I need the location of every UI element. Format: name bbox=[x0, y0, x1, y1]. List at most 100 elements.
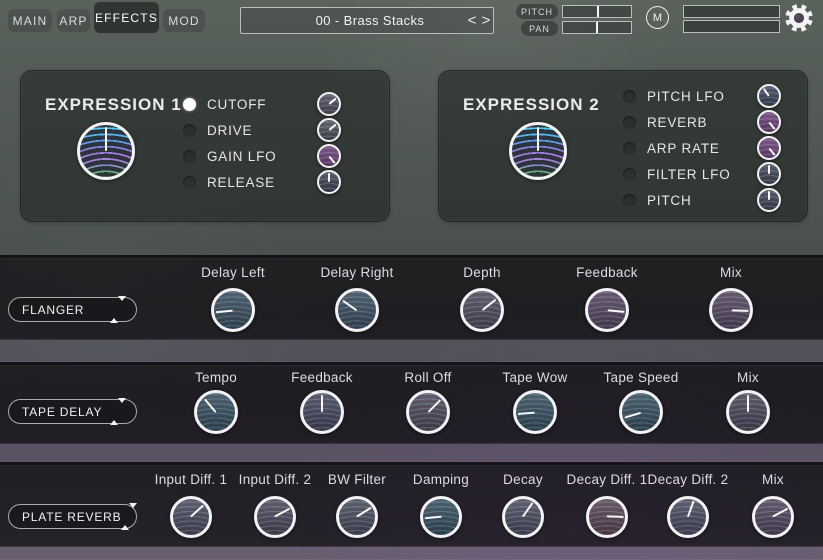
knob-pointer bbox=[607, 516, 624, 519]
target-radio[interactable] bbox=[623, 168, 636, 181]
target-amount-knob[interactable] bbox=[317, 170, 341, 194]
param-knob[interactable] bbox=[211, 288, 255, 332]
target-amount-knob[interactable] bbox=[757, 110, 781, 134]
param-label: Decay bbox=[503, 471, 543, 488]
expression-main-knob[interactable] bbox=[77, 122, 135, 180]
target-amount-knob[interactable] bbox=[757, 136, 781, 160]
tab-effects[interactable]: EFFECTS bbox=[94, 2, 159, 33]
knob-pointer bbox=[481, 298, 496, 311]
effect-row-flanger: FLANGERDelay LeftDelay RightDepthFeedbac… bbox=[0, 255, 823, 339]
effect-type-select[interactable]: PLATE REVERB bbox=[8, 504, 137, 529]
knob-pointer bbox=[105, 127, 107, 151]
effect-type-select[interactable]: FLANGER bbox=[8, 297, 137, 322]
param-label: Mix bbox=[720, 264, 742, 281]
param-roll-off: Roll Off bbox=[373, 369, 483, 434]
preset-selector[interactable]: 00 - Brass Stacks < > bbox=[240, 7, 494, 34]
target-radio[interactable] bbox=[623, 142, 636, 155]
param-knob[interactable] bbox=[254, 496, 296, 538]
param-knob[interactable] bbox=[460, 288, 504, 332]
knob-pointer bbox=[517, 411, 535, 415]
knob-pointer bbox=[607, 309, 625, 313]
param-knob[interactable] bbox=[170, 496, 212, 538]
param-knob[interactable] bbox=[335, 288, 379, 332]
target-amount-knob[interactable] bbox=[317, 144, 341, 168]
gear-icon bbox=[784, 3, 814, 33]
knob-pointer bbox=[328, 173, 330, 182]
target-radio[interactable] bbox=[623, 194, 636, 207]
param-knob[interactable] bbox=[752, 496, 794, 538]
param-mix: Mix bbox=[718, 471, 823, 538]
knob-pointer bbox=[522, 503, 533, 518]
effect-type-label: TAPE DELAY bbox=[22, 405, 110, 419]
target-radio[interactable] bbox=[183, 124, 196, 137]
knob-pointer bbox=[328, 97, 336, 104]
expression-target-list: CUTOFFDRIVEGAIN LFORELEASE bbox=[183, 91, 341, 195]
expression-title: EXPRESSION 2 bbox=[463, 95, 600, 115]
param-knob[interactable] bbox=[513, 390, 557, 434]
param-knob[interactable] bbox=[667, 496, 709, 538]
param-mix: Mix bbox=[676, 264, 786, 332]
mono-button[interactable]: M bbox=[646, 6, 669, 29]
param-knob[interactable] bbox=[585, 288, 629, 332]
param-knob[interactable] bbox=[300, 390, 344, 434]
row-divider-band bbox=[0, 339, 823, 362]
row-divider-band bbox=[0, 443, 823, 462]
knob-pointer bbox=[328, 123, 336, 130]
settings-button[interactable] bbox=[784, 3, 814, 33]
knob-pointer bbox=[328, 155, 335, 163]
target-amount-knob[interactable] bbox=[757, 188, 781, 212]
preset-prev-button[interactable]: < bbox=[465, 8, 479, 33]
param-knob[interactable] bbox=[619, 390, 663, 434]
expression-title: EXPRESSION 1 bbox=[45, 95, 182, 115]
preset-name: 00 - Brass Stacks bbox=[241, 13, 465, 28]
effect-type-select[interactable]: TAPE DELAY bbox=[8, 399, 137, 424]
pitch-slider-handle[interactable] bbox=[597, 6, 599, 17]
knob-pointer bbox=[772, 508, 788, 518]
target-radio[interactable] bbox=[623, 116, 636, 129]
param-knob[interactable] bbox=[420, 496, 462, 538]
target-amount-knob[interactable] bbox=[317, 92, 341, 116]
pan-slider[interactable] bbox=[562, 21, 632, 34]
target-label: PITCH LFO bbox=[647, 89, 757, 104]
knob-pointer bbox=[342, 299, 358, 311]
param-label: Depth bbox=[463, 264, 501, 281]
param-knob[interactable] bbox=[726, 390, 770, 434]
param-knob[interactable] bbox=[336, 496, 378, 538]
param-knob[interactable] bbox=[502, 496, 544, 538]
param-label: Tape Wow bbox=[502, 369, 567, 386]
effect-type-label: FLANGER bbox=[22, 303, 110, 317]
param-feedback: Feedback bbox=[552, 264, 662, 332]
param-tape-wow: Tape Wow bbox=[480, 369, 590, 434]
target-amount-knob[interactable] bbox=[757, 162, 781, 186]
param-knob[interactable] bbox=[406, 390, 450, 434]
pan-slider-handle[interactable] bbox=[596, 22, 598, 33]
param-knob[interactable] bbox=[194, 390, 238, 434]
knob-pointer bbox=[274, 508, 290, 518]
preset-next-button[interactable]: > bbox=[479, 8, 493, 33]
param-knob[interactable] bbox=[709, 288, 753, 332]
target-label: PITCH bbox=[647, 193, 757, 208]
target-amount-knob[interactable] bbox=[317, 118, 341, 142]
arrow-down-icon bbox=[118, 398, 126, 420]
param-label: Feedback bbox=[576, 264, 638, 281]
knob-pointer bbox=[190, 505, 204, 518]
target-radio[interactable] bbox=[183, 150, 196, 163]
tab-main[interactable]: MAIN bbox=[8, 9, 52, 32]
param-label: Tempo bbox=[195, 369, 237, 386]
expression-main-knob[interactable] bbox=[509, 122, 567, 180]
expression-target-list: PITCH LFOREVERBARP RATEFILTER LFOPITCH bbox=[623, 83, 781, 213]
param-label: Tape Speed bbox=[603, 369, 678, 386]
knob-pointer bbox=[768, 191, 770, 200]
param-label: Damping bbox=[413, 471, 469, 488]
target-radio[interactable] bbox=[183, 98, 196, 111]
tab-arp[interactable]: ARP bbox=[57, 9, 90, 32]
target-radio[interactable] bbox=[623, 90, 636, 103]
knob-pointer bbox=[687, 501, 695, 517]
pitch-slider[interactable] bbox=[562, 5, 632, 18]
value-display-bottom bbox=[683, 20, 780, 33]
target-radio[interactable] bbox=[183, 176, 196, 189]
tab-mod[interactable]: MOD bbox=[163, 9, 205, 32]
knob-pointer bbox=[321, 395, 323, 412]
target-amount-knob[interactable] bbox=[757, 84, 781, 108]
param-knob[interactable] bbox=[586, 496, 628, 538]
